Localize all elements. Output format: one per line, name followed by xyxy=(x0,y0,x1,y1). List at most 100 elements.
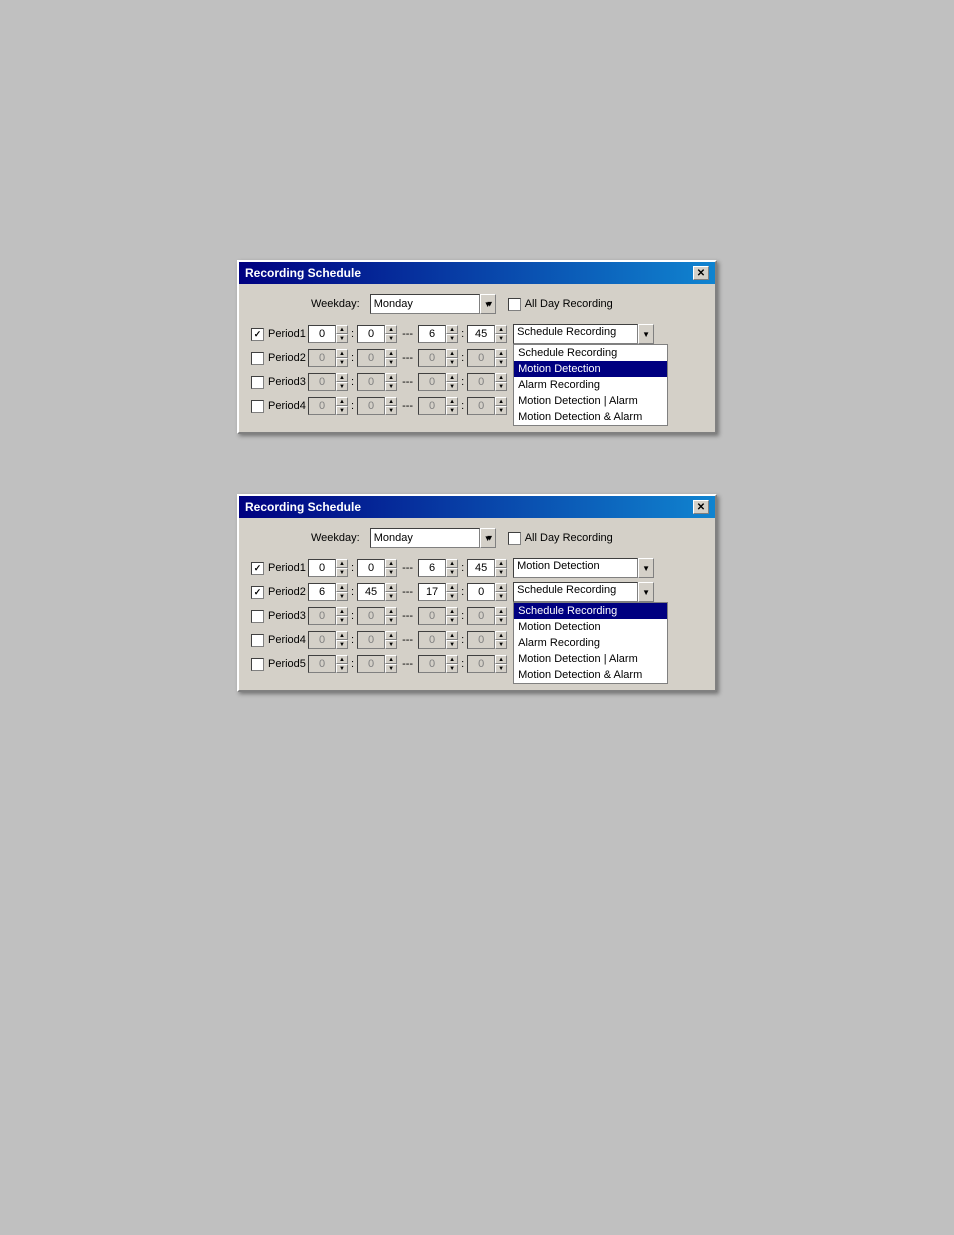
period-1-label: Period1 xyxy=(251,328,306,341)
d2-p1-sh-input[interactable] xyxy=(308,559,336,577)
period-1-start-h-input[interactable] xyxy=(308,325,336,343)
period-1-start-m-down[interactable]: ▼ xyxy=(385,334,397,343)
d2-period-2-checkbox[interactable] xyxy=(251,586,264,599)
period-1-end-h-input[interactable] xyxy=(418,325,446,343)
d2-period-4-checkbox[interactable] xyxy=(251,634,264,647)
period-3-checkbox[interactable] xyxy=(251,376,264,389)
period-1-checkbox[interactable] xyxy=(251,328,264,341)
close-button-1[interactable]: ✕ xyxy=(693,266,709,280)
d2-p5-sh-input[interactable] xyxy=(308,655,336,673)
d2-period-1-type-input[interactable]: Motion Detection xyxy=(513,558,638,578)
period-3-eh-input[interactable] xyxy=(418,373,446,391)
d2-period-1-type-wrapper: Motion Detection ▼ xyxy=(513,558,654,578)
d2-p4-sm-input[interactable] xyxy=(357,631,385,649)
allday-checkbox-1[interactable] xyxy=(508,298,521,311)
d2-p3-eh-input[interactable] xyxy=(418,607,446,625)
weekday-combo-btn-2[interactable]: ▼ xyxy=(480,528,496,548)
d2-p2-sh-input[interactable] xyxy=(308,583,336,601)
d2-p3-sh-input[interactable] xyxy=(308,607,336,625)
d2-p3-sm-input[interactable] xyxy=(357,607,385,625)
period-2-end-h-up[interactable]: ▲ xyxy=(446,349,458,358)
weekday-combo-2[interactable] xyxy=(370,528,480,548)
title-bar-1: Recording Schedule ✕ xyxy=(239,262,715,284)
period-1-end-h-down[interactable]: ▼ xyxy=(446,334,458,343)
period-3-sh-input[interactable] xyxy=(308,373,336,391)
d2-p2-em-input[interactable] xyxy=(467,583,495,601)
d2-p5-eh-input[interactable] xyxy=(418,655,446,673)
period-2-start-m-down[interactable]: ▼ xyxy=(385,358,397,367)
period-2-start-h-up[interactable]: ▲ xyxy=(336,349,348,358)
period-4-checkbox[interactable] xyxy=(251,400,264,413)
weekday-row-1: Weekday: ▼ All Day Recording xyxy=(251,294,703,314)
dropdown-item-schedule-recording-1[interactable]: Schedule Recording xyxy=(514,345,667,361)
d2-dropdown-motion-detection[interactable]: Motion Detection xyxy=(514,619,667,635)
period-2-start-h-down[interactable]: ▼ xyxy=(336,358,348,367)
dropdown-item-motion-detection-1[interactable]: Motion Detection xyxy=(514,361,667,377)
d2-period-1-checkbox[interactable] xyxy=(251,562,264,575)
weekday-combo-btn-1[interactable]: ▼ xyxy=(480,294,496,314)
d2-p4-em-input[interactable] xyxy=(467,631,495,649)
weekday-combo-1[interactable] xyxy=(370,294,480,314)
d2-p5-sm-input[interactable] xyxy=(357,655,385,673)
period-3-sh-up[interactable]: ▲ xyxy=(336,373,348,382)
d2-p4-eh-input[interactable] xyxy=(418,631,446,649)
dropdown-item-motion-alarm-1[interactable]: Motion Detection | Alarm xyxy=(514,393,667,409)
period-4-sh-input[interactable] xyxy=(308,397,336,415)
weekday-label-1: Weekday: xyxy=(311,298,360,310)
period-1-end-h-btns: ▲ ▼ xyxy=(446,325,458,343)
d2-p5-em-input[interactable] xyxy=(467,655,495,673)
allday-label-1: All Day Recording xyxy=(525,298,613,310)
period-1-end-m-up[interactable]: ▲ xyxy=(495,325,507,334)
period-2-start-h-input[interactable] xyxy=(308,349,336,367)
d2-dropdown-motion-alarm[interactable]: Motion Detection | Alarm xyxy=(514,651,667,667)
close-button-2[interactable]: ✕ xyxy=(693,500,709,514)
period-3-sh-down[interactable]: ▼ xyxy=(336,382,348,391)
d2-p2-sm-input[interactable] xyxy=(357,583,385,601)
d2-dropdown-schedule-recording[interactable]: Schedule Recording xyxy=(514,603,667,619)
period-1-start-h-down[interactable]: ▼ xyxy=(336,334,348,343)
period-4-em-input[interactable] xyxy=(467,397,495,415)
d2-period-1-type-btn[interactable]: ▼ xyxy=(638,558,654,578)
d2-dropdown-motion-alarm-and[interactable]: Motion Detection & Alarm xyxy=(514,667,667,683)
period-3-label: Period3 xyxy=(251,376,306,389)
period-1-start-m-input[interactable] xyxy=(357,325,385,343)
period-2-end-h-down[interactable]: ▼ xyxy=(446,358,458,367)
allday-checkbox-2[interactable] xyxy=(508,532,521,545)
d2-period-5-checkbox[interactable] xyxy=(251,658,264,671)
d2-p2-eh-input[interactable] xyxy=(418,583,446,601)
period-2-end-m-down[interactable]: ▼ xyxy=(495,358,507,367)
period-2-end-h-input[interactable] xyxy=(418,349,446,367)
dropdown-item-motion-alarm-and-1[interactable]: Motion Detection & Alarm xyxy=(514,409,667,425)
period-2-start-m-input[interactable] xyxy=(357,349,385,367)
d2-p3-em-input[interactable] xyxy=(467,607,495,625)
d2-p1-eh-input[interactable] xyxy=(418,559,446,577)
period-2-start-m-up[interactable]: ▲ xyxy=(385,349,397,358)
d2-period-2-type-btn[interactable]: ▼ xyxy=(638,582,654,602)
allday-label-2: All Day Recording xyxy=(525,532,613,544)
period-4-eh-input[interactable] xyxy=(418,397,446,415)
period-2-checkbox[interactable] xyxy=(251,352,264,365)
period-1-type-btn[interactable]: ▼ xyxy=(638,324,654,344)
period-1-start-m-up[interactable]: ▲ xyxy=(385,325,397,334)
period-1-end-m-input[interactable] xyxy=(467,325,495,343)
period-3-sm-input[interactable] xyxy=(357,373,385,391)
period-2-start-h: ▲ ▼ xyxy=(308,349,348,367)
d2-period-2-type-input[interactable]: Schedule Recording xyxy=(513,582,638,602)
period-4-sm-input[interactable] xyxy=(357,397,385,415)
d2-p1-em-input[interactable] xyxy=(467,559,495,577)
period-3-em-input[interactable] xyxy=(467,373,495,391)
period-1-start-h-up[interactable]: ▲ xyxy=(336,325,348,334)
d2-p1-sm-input[interactable] xyxy=(357,559,385,577)
period-1-end-h-up[interactable]: ▲ xyxy=(446,325,458,334)
dropdown-item-alarm-recording-1[interactable]: Alarm Recording xyxy=(514,377,667,393)
period-1-end-m: ▲ ▼ xyxy=(467,325,507,343)
period-2-end-m-input[interactable] xyxy=(467,349,495,367)
d2-p4-sh-input[interactable] xyxy=(308,631,336,649)
period-2-start-m: ▲ ▼ xyxy=(357,349,397,367)
d2-period-3-checkbox[interactable] xyxy=(251,610,264,623)
d2-dropdown-alarm-recording[interactable]: Alarm Recording xyxy=(514,635,667,651)
period-1-type-input[interactable]: Schedule Recording xyxy=(513,324,638,344)
period-1-end-m-down[interactable]: ▼ xyxy=(495,334,507,343)
dialog-2: Recording Schedule ✕ Weekday: ▼ All Day … xyxy=(237,494,717,692)
period-2-end-m-up[interactable]: ▲ xyxy=(495,349,507,358)
